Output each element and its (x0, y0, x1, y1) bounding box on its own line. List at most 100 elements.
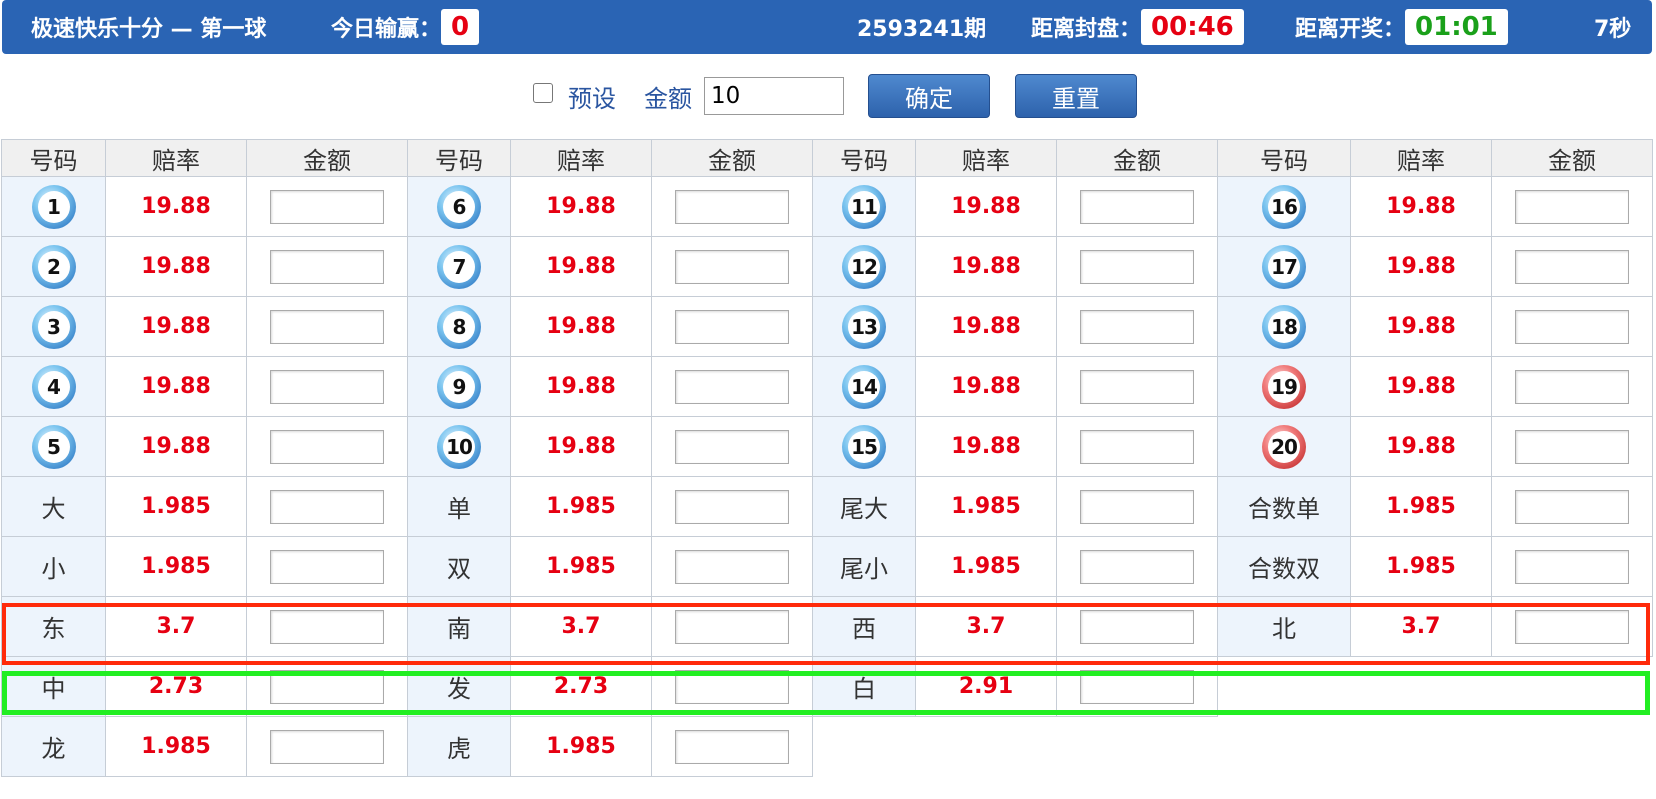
bet-amount-input[interactable] (1080, 549, 1194, 584)
odds-value[interactable]: 19.88 (105, 356, 247, 417)
odds-value[interactable]: 19.88 (510, 416, 652, 477)
number-cell[interactable]: 19 (1217, 356, 1351, 417)
refresh-countdown[interactable]: 7秒 (1594, 0, 1631, 54)
bet-amount-input[interactable] (675, 549, 789, 584)
odds-value[interactable]: 3.7 (105, 596, 247, 657)
bet-type-label[interactable]: 南 (407, 596, 511, 657)
ball-20-icon[interactable]: 20 (1262, 424, 1306, 469)
odds-value[interactable]: 19.88 (510, 356, 652, 417)
ball-1-icon[interactable]: 1 (31, 184, 76, 229)
number-cell[interactable]: 5 (1, 416, 106, 477)
odds-value[interactable]: 2.91 (915, 656, 1057, 717)
number-cell[interactable]: 16 (1217, 176, 1351, 237)
bet-amount-input[interactable] (675, 489, 789, 524)
bet-amount-input[interactable] (1515, 489, 1629, 524)
number-cell[interactable]: 8 (407, 296, 511, 357)
odds-value[interactable]: 19.88 (105, 236, 247, 297)
bet-amount-input[interactable] (1080, 369, 1194, 404)
odds-value[interactable]: 1.985 (105, 476, 247, 537)
bet-amount-input[interactable] (1515, 549, 1629, 584)
bet-amount-input[interactable] (675, 609, 789, 644)
bet-type-label[interactable]: 双 (407, 536, 511, 597)
reset-button[interactable]: 重置 (1015, 74, 1137, 118)
bet-type-label[interactable]: 大 (1, 476, 106, 537)
ball-18-icon[interactable]: 18 (1262, 304, 1306, 349)
confirm-button[interactable]: 确定 (868, 74, 990, 118)
bet-amount-input[interactable] (1515, 609, 1629, 644)
odds-value[interactable]: 2.73 (510, 656, 652, 717)
bet-amount-input[interactable] (675, 309, 789, 344)
odds-value[interactable]: 2.73 (105, 656, 247, 717)
number-cell[interactable]: 15 (812, 416, 916, 477)
number-cell[interactable]: 4 (1, 356, 106, 417)
bet-amount-input[interactable] (270, 729, 384, 764)
bet-type-label[interactable]: 北 (1217, 596, 1351, 657)
ball-15-icon[interactable]: 15 (842, 424, 886, 469)
odds-value[interactable]: 19.88 (915, 176, 1057, 237)
bet-amount-input[interactable] (1080, 189, 1194, 224)
amount-input[interactable] (704, 77, 844, 115)
bet-type-label[interactable]: 发 (407, 656, 511, 717)
odds-value[interactable]: 19.88 (915, 296, 1057, 357)
ball-13-icon[interactable]: 13 (842, 304, 886, 349)
ball-3-icon[interactable]: 3 (31, 304, 76, 349)
ball-7-icon[interactable]: 7 (437, 244, 481, 289)
bet-type-label[interactable]: 东 (1, 596, 106, 657)
ball-5-icon[interactable]: 5 (31, 424, 76, 469)
odds-value[interactable]: 3.7 (915, 596, 1057, 657)
bet-amount-input[interactable] (1080, 309, 1194, 344)
bet-type-label[interactable]: 白 (812, 656, 916, 717)
bet-type-label[interactable]: 西 (812, 596, 916, 657)
ball-19-icon[interactable]: 19 (1262, 364, 1306, 409)
bet-amount-input[interactable] (1515, 189, 1629, 224)
ball-14-icon[interactable]: 14 (842, 364, 886, 409)
bet-amount-input[interactable] (270, 549, 384, 584)
odds-value[interactable]: 1.985 (1350, 476, 1492, 537)
ball-6-icon[interactable]: 6 (437, 184, 481, 229)
ball-2-icon[interactable]: 2 (31, 244, 76, 289)
bet-amount-input[interactable] (1080, 249, 1194, 284)
number-cell[interactable]: 17 (1217, 236, 1351, 297)
number-cell[interactable]: 11 (812, 176, 916, 237)
bet-amount-input[interactable] (270, 429, 384, 464)
ball-16-icon[interactable]: 16 (1262, 184, 1306, 229)
number-cell[interactable]: 9 (407, 356, 511, 417)
ball-9-icon[interactable]: 9 (437, 364, 481, 409)
bet-type-label[interactable]: 尾大 (812, 476, 916, 537)
number-cell[interactable]: 6 (407, 176, 511, 237)
odds-value[interactable]: 19.88 (510, 296, 652, 357)
bet-type-label[interactable]: 单 (407, 476, 511, 537)
odds-value[interactable]: 1.985 (510, 716, 652, 777)
bet-amount-input[interactable] (1515, 429, 1629, 464)
ball-8-icon[interactable]: 8 (437, 304, 481, 349)
bet-type-label[interactable]: 尾小 (812, 536, 916, 597)
bet-type-label[interactable]: 龙 (1, 716, 106, 777)
bet-type-label[interactable]: 合数双 (1217, 536, 1351, 597)
bet-amount-input[interactable] (675, 729, 789, 764)
odds-value[interactable]: 19.88 (1350, 356, 1492, 417)
ball-10-icon[interactable]: 10 (437, 424, 481, 469)
odds-value[interactable]: 19.88 (510, 176, 652, 237)
odds-value[interactable]: 19.88 (915, 416, 1057, 477)
preset-label[interactable]: 预设 (568, 79, 616, 114)
ball-12-icon[interactable]: 12 (842, 244, 886, 289)
odds-value[interactable]: 19.88 (915, 356, 1057, 417)
ball-17-icon[interactable]: 17 (1262, 244, 1306, 289)
odds-value[interactable]: 19.88 (105, 176, 247, 237)
bet-type-label[interactable]: 虎 (407, 716, 511, 777)
odds-value[interactable]: 19.88 (105, 416, 247, 477)
number-cell[interactable]: 12 (812, 236, 916, 297)
bet-amount-input[interactable] (675, 369, 789, 404)
bet-amount-input[interactable] (1515, 309, 1629, 344)
bet-amount-input[interactable] (1080, 429, 1194, 464)
number-cell[interactable]: 1 (1, 176, 106, 237)
bet-type-label[interactable]: 小 (1, 536, 106, 597)
bet-amount-input[interactable] (270, 249, 384, 284)
bet-amount-input[interactable] (270, 669, 384, 704)
bet-amount-input[interactable] (675, 669, 789, 704)
odds-value[interactable]: 1.985 (915, 536, 1057, 597)
bet-type-label[interactable]: 合数单 (1217, 476, 1351, 537)
bet-amount-input[interactable] (1515, 369, 1629, 404)
bet-amount-input[interactable] (1080, 489, 1194, 524)
odds-value[interactable]: 19.88 (105, 296, 247, 357)
